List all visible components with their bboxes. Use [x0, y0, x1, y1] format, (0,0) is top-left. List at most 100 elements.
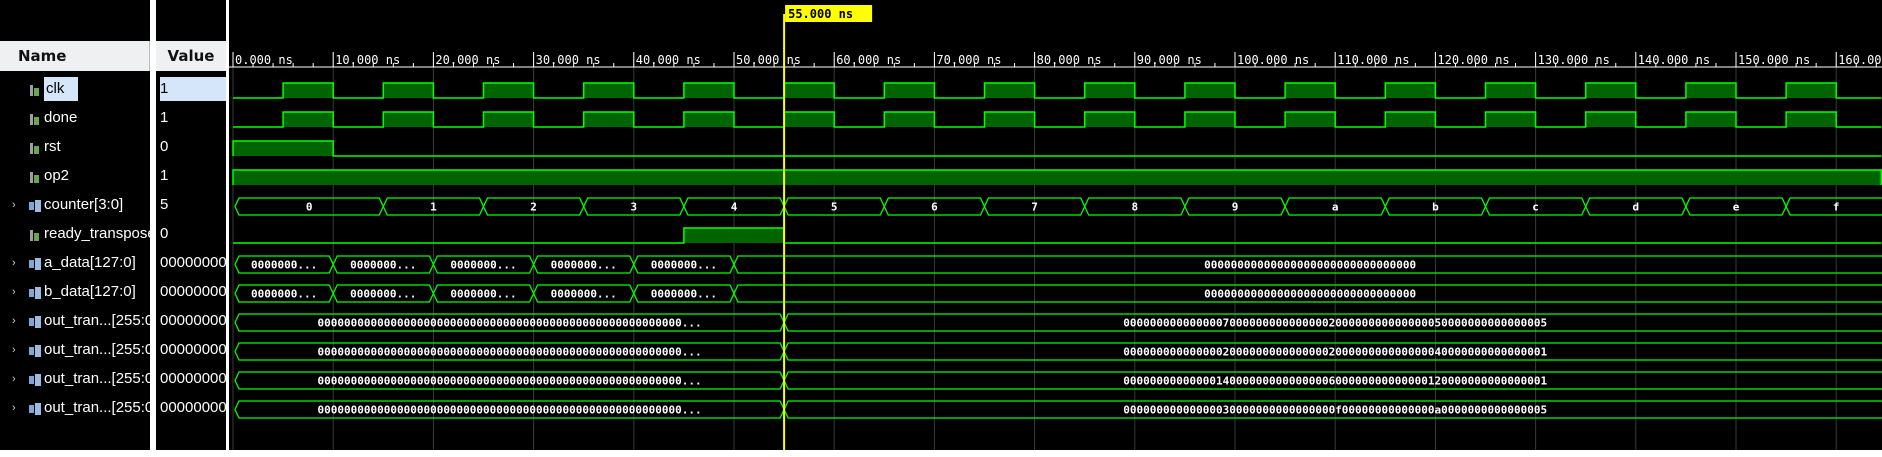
- b-data-segment-label: 0000000...: [350, 288, 416, 301]
- column-divider[interactable]: [150, 0, 156, 453]
- ready-transpose-high-pulse: [683, 228, 785, 243]
- signal-row-1[interactable]: done: [0, 106, 150, 130]
- rst-high-pulse: [233, 141, 334, 156]
- value-column-header[interactable]: Value: [156, 41, 226, 71]
- signal-value: 00000000: [160, 283, 226, 300]
- signal-row-8[interactable]: › out_tran...[255:0: [0, 309, 150, 333]
- single-bit-signal-icon: [29, 81, 40, 96]
- signal-row-10[interactable]: › out_tran...[255:0: [0, 367, 150, 391]
- ready-transpose-wave[interactable]: [233, 227, 1882, 244]
- signal-row-5[interactable]: ready_transpose: [0, 222, 150, 246]
- expand-chevron-icon[interactable]: ›: [12, 193, 16, 217]
- bus-signal-icon: [29, 255, 41, 270]
- clk-high-pulse: [1685, 83, 1736, 98]
- b-data-segment-label: 0000000...: [651, 288, 717, 301]
- a-data-segment-label: 0000000...: [651, 259, 717, 272]
- done-high-pulse: [1184, 112, 1235, 127]
- cursor-time-label: 55.000 ns: [788, 7, 853, 21]
- counter-segment-label: 5: [831, 201, 838, 214]
- done-high-pulse: [1685, 112, 1736, 127]
- expand-chevron-icon[interactable]: ›: [12, 309, 16, 333]
- expand-chevron-icon[interactable]: ›: [12, 251, 16, 275]
- clk-high-pulse: [1585, 83, 1636, 98]
- counter-segment-label: e: [1733, 201, 1740, 214]
- bus-signal-icon: [29, 400, 41, 415]
- expand-chevron-icon[interactable]: ›: [12, 280, 16, 304]
- signal-row-11[interactable]: › out_tran...[255:0: [0, 396, 150, 420]
- signal-value: 00000000: [160, 399, 226, 416]
- timeline-tick-label: 10.000 ns: [335, 53, 400, 67]
- timeline-tick-label: 30.000 ns: [536, 53, 601, 67]
- b-data-segment-label: 0000000...: [450, 288, 516, 301]
- signal-name: op2: [44, 167, 70, 184]
- signal-name: out_tran...[255:0: [44, 370, 150, 387]
- signal-row-4[interactable]: › counter[3:0]: [0, 193, 150, 217]
- clk-high-pulse: [1285, 83, 1336, 98]
- a-data-segment-label: 0000000...: [450, 259, 516, 272]
- signal-row-6[interactable]: › a_data[127:0]: [0, 251, 150, 275]
- b-data-segment-label: 0000000...: [551, 288, 617, 301]
- timeline-tick-label: 80.000 ns: [1037, 53, 1102, 67]
- signal-value: 1: [160, 77, 226, 101]
- done-high-pulse: [984, 112, 1035, 127]
- counter-segment-label: 0: [306, 201, 313, 214]
- clk-high-pulse: [784, 83, 835, 98]
- counter-segment-label: a: [1332, 201, 1339, 214]
- waveform-canvas[interactable]: 0.000 ns 10.000 ns 20.000 ns 30.000 ns 40.00…: [229, 0, 1882, 453]
- signal-value: 00000000: [160, 254, 226, 271]
- signal-row-9[interactable]: › out_tran...[255:0: [0, 338, 150, 362]
- out-transpose-1-segment-label: 0000000000000000000000000000000000000000…: [317, 317, 701, 330]
- counter-segment-label: 7: [1031, 201, 1038, 214]
- out-transpose-4-segment-label: 0000000000000000000000000000000000000000…: [317, 404, 701, 417]
- clk-high-pulse: [683, 83, 734, 98]
- counter-segment-label: 2: [530, 201, 537, 214]
- timeline-tick-label: 120.000 ns: [1437, 53, 1509, 67]
- single-bit-signal-icon: [29, 139, 40, 154]
- timeline-tick-label: 90.000 ns: [1137, 53, 1202, 67]
- clk-high-pulse: [1184, 83, 1235, 98]
- signal-row-0[interactable]: clk: [0, 77, 150, 101]
- signal-row-3[interactable]: op2: [0, 164, 150, 188]
- done-high-pulse: [1084, 112, 1135, 127]
- signal-name: b_data[127:0]: [44, 283, 136, 300]
- clk-high-pulse: [1385, 83, 1436, 98]
- single-bit-signal-icon: [29, 110, 40, 125]
- bus-signal-icon: [29, 313, 41, 328]
- counter-segment-label: 6: [931, 201, 938, 214]
- timeline-tick-label: 160.000 ns: [1838, 53, 1882, 67]
- expand-chevron-icon[interactable]: ›: [12, 367, 16, 391]
- timeline-tick-label: 100.000 ns: [1237, 53, 1309, 67]
- signal-row-7[interactable]: › b_data[127:0]: [0, 280, 150, 304]
- op2-high-pulse: [233, 170, 1882, 185]
- signal-value: 0: [160, 138, 169, 155]
- counter-segment-label: d: [1632, 201, 1639, 214]
- done-high-pulse: [683, 112, 734, 127]
- done-high-pulse: [383, 112, 434, 127]
- done-high-pulse: [1585, 112, 1636, 127]
- rst-wave[interactable]: [232, 140, 1882, 157]
- timeline-tick-label: 20.000 ns: [435, 53, 500, 67]
- waveform-area[interactable]: 0.000 ns 10.000 ns 20.000 ns 30.000 ns 40.00…: [229, 0, 1882, 453]
- a-data-segment-label: 0000000...: [551, 259, 617, 272]
- signal-value: 00000000: [160, 341, 226, 358]
- timeline-tick-label: 50.000 ns: [736, 53, 801, 67]
- signal-name: ready_transpose: [44, 225, 150, 242]
- a-data-segment-label: 0000000...: [350, 259, 416, 272]
- counter-segment-label: 9: [1232, 201, 1239, 214]
- signal-row-2[interactable]: rst: [0, 135, 150, 159]
- signal-name: out_tran...[255:0: [44, 399, 150, 416]
- timeline-tick-label: 130.000 ns: [1538, 53, 1610, 67]
- name-column-header[interactable]: Name: [0, 41, 150, 71]
- out-transpose-2-segment-label: 0000000000000000000000000000000000000000…: [317, 346, 701, 359]
- signal-name: a_data[127:0]: [44, 254, 136, 271]
- done-high-pulse: [884, 112, 935, 127]
- expand-chevron-icon[interactable]: ›: [12, 338, 16, 362]
- timeline-tick-label: 60.000 ns: [836, 53, 901, 67]
- counter-segment-label: f: [1833, 201, 1840, 214]
- expand-chevron-icon[interactable]: ›: [12, 396, 16, 420]
- clk-high-pulse: [583, 83, 634, 98]
- counter-segment-label: 4: [731, 201, 738, 214]
- done-high-pulse: [1385, 112, 1436, 127]
- done-high-pulse: [483, 112, 534, 127]
- signal-value: 0: [160, 225, 169, 242]
